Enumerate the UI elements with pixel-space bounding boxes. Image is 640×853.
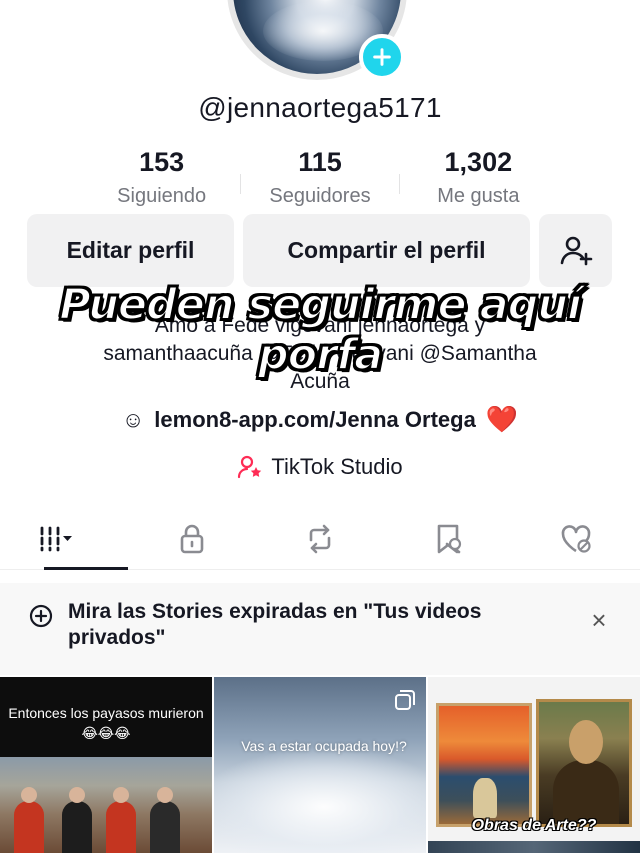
person-figure [62, 801, 92, 853]
mona-lisa-body [553, 760, 619, 824]
close-icon[interactable]: × [586, 607, 612, 633]
tab-videos[interactable] [0, 508, 128, 570]
stat-value: 153 [139, 147, 185, 177]
person-head [157, 787, 173, 803]
person-head [69, 787, 85, 803]
person-figure [106, 801, 136, 853]
stat-followers[interactable]: 115 Seguidores [241, 144, 398, 214]
repost-icon [309, 524, 331, 553]
add-friends-button[interactable] [539, 214, 612, 287]
add-user-icon [560, 236, 592, 265]
lemon8-icon: ☺ [121, 406, 145, 432]
lock-icon [180, 524, 204, 553]
video-overlay-caption: Pueden seguirme aquí porfa [58, 279, 582, 381]
stat-label: Me gusta [437, 185, 520, 207]
video-thumbnail[interactable]: Entonces los payasos murieron 😂😂😂 [0, 677, 212, 853]
stat-value: 1,302 [444, 147, 513, 177]
heart-emoji: ❤️ [485, 404, 519, 434]
stat-likes[interactable]: 1,302 Me gusta [400, 144, 557, 214]
thumbnail-caption: Entonces los payasos murieron 😂😂😂 [8, 705, 204, 741]
person-figure [150, 801, 180, 853]
tab-favorites[interactable] [384, 508, 512, 569]
thumbnail-caption: Vas a estar ocupada hoy!? [241, 738, 407, 754]
profile-stats: 153 Siguiendo 115 Seguidores 1,302 Me gu… [83, 144, 557, 214]
grid-icon [40, 526, 72, 551]
scream-figure [473, 778, 497, 818]
video-thumbnail[interactable]: Vas a estar ocupada hoy!? [214, 677, 426, 853]
profile-avatar-container[interactable] [227, 0, 407, 80]
studio-icon [238, 455, 262, 479]
username: @jennaortega5171 [198, 92, 442, 123]
thumbnail-strip [428, 841, 640, 853]
tab-private[interactable] [128, 508, 256, 569]
mona-lisa-painting [536, 699, 632, 827]
expired-stories-banner[interactable]: Mira las Stories expiradas en "Tus video… [0, 583, 640, 675]
thumbnail-caption: Obras de Arte?? [471, 817, 597, 834]
video-grid: Entonces los payasos murieron 😂😂😂 Vas a … [0, 677, 640, 853]
stat-label: Seguidores [269, 185, 371, 207]
stat-label: Siguiendo [117, 185, 207, 207]
scream-painting [436, 703, 532, 827]
tiktok-studio-link[interactable]: TikTok Studio [0, 454, 640, 480]
plus-icon [373, 48, 391, 66]
tab-reposts[interactable] [256, 508, 384, 569]
person-head [21, 787, 37, 803]
bookmark-icon [437, 524, 462, 553]
video-thumbnail[interactable]: Obras de Arte?? [428, 677, 640, 853]
heart-hidden-icon [561, 524, 591, 553]
stories-banner-text: Mira las Stories expiradas en "Tus video… [68, 600, 482, 649]
multi-photo-icon [395, 690, 415, 710]
bio-link-text[interactable]: lemon8-app.com/Jenna Ortega [154, 407, 476, 433]
person-figure [14, 801, 44, 853]
add-story-button[interactable] [359, 34, 405, 80]
profile-tabs [0, 508, 640, 570]
share-profile-button[interactable]: Compartir el perfil [243, 214, 530, 287]
edit-profile-button[interactable]: Editar perfil [27, 214, 234, 287]
add-story-icon [29, 604, 53, 628]
mona-lisa-face [569, 720, 603, 764]
stat-following[interactable]: 153 Siguiendo [83, 144, 240, 214]
person-head [113, 787, 129, 803]
studio-label: TikTok Studio [271, 454, 403, 479]
bio-link[interactable]: ☺ lemon8-app.com/Jenna Ortega ❤️ [0, 404, 640, 435]
tab-liked[interactable] [512, 508, 640, 569]
thumbnail-image [0, 757, 212, 853]
stat-value: 115 [298, 147, 342, 177]
